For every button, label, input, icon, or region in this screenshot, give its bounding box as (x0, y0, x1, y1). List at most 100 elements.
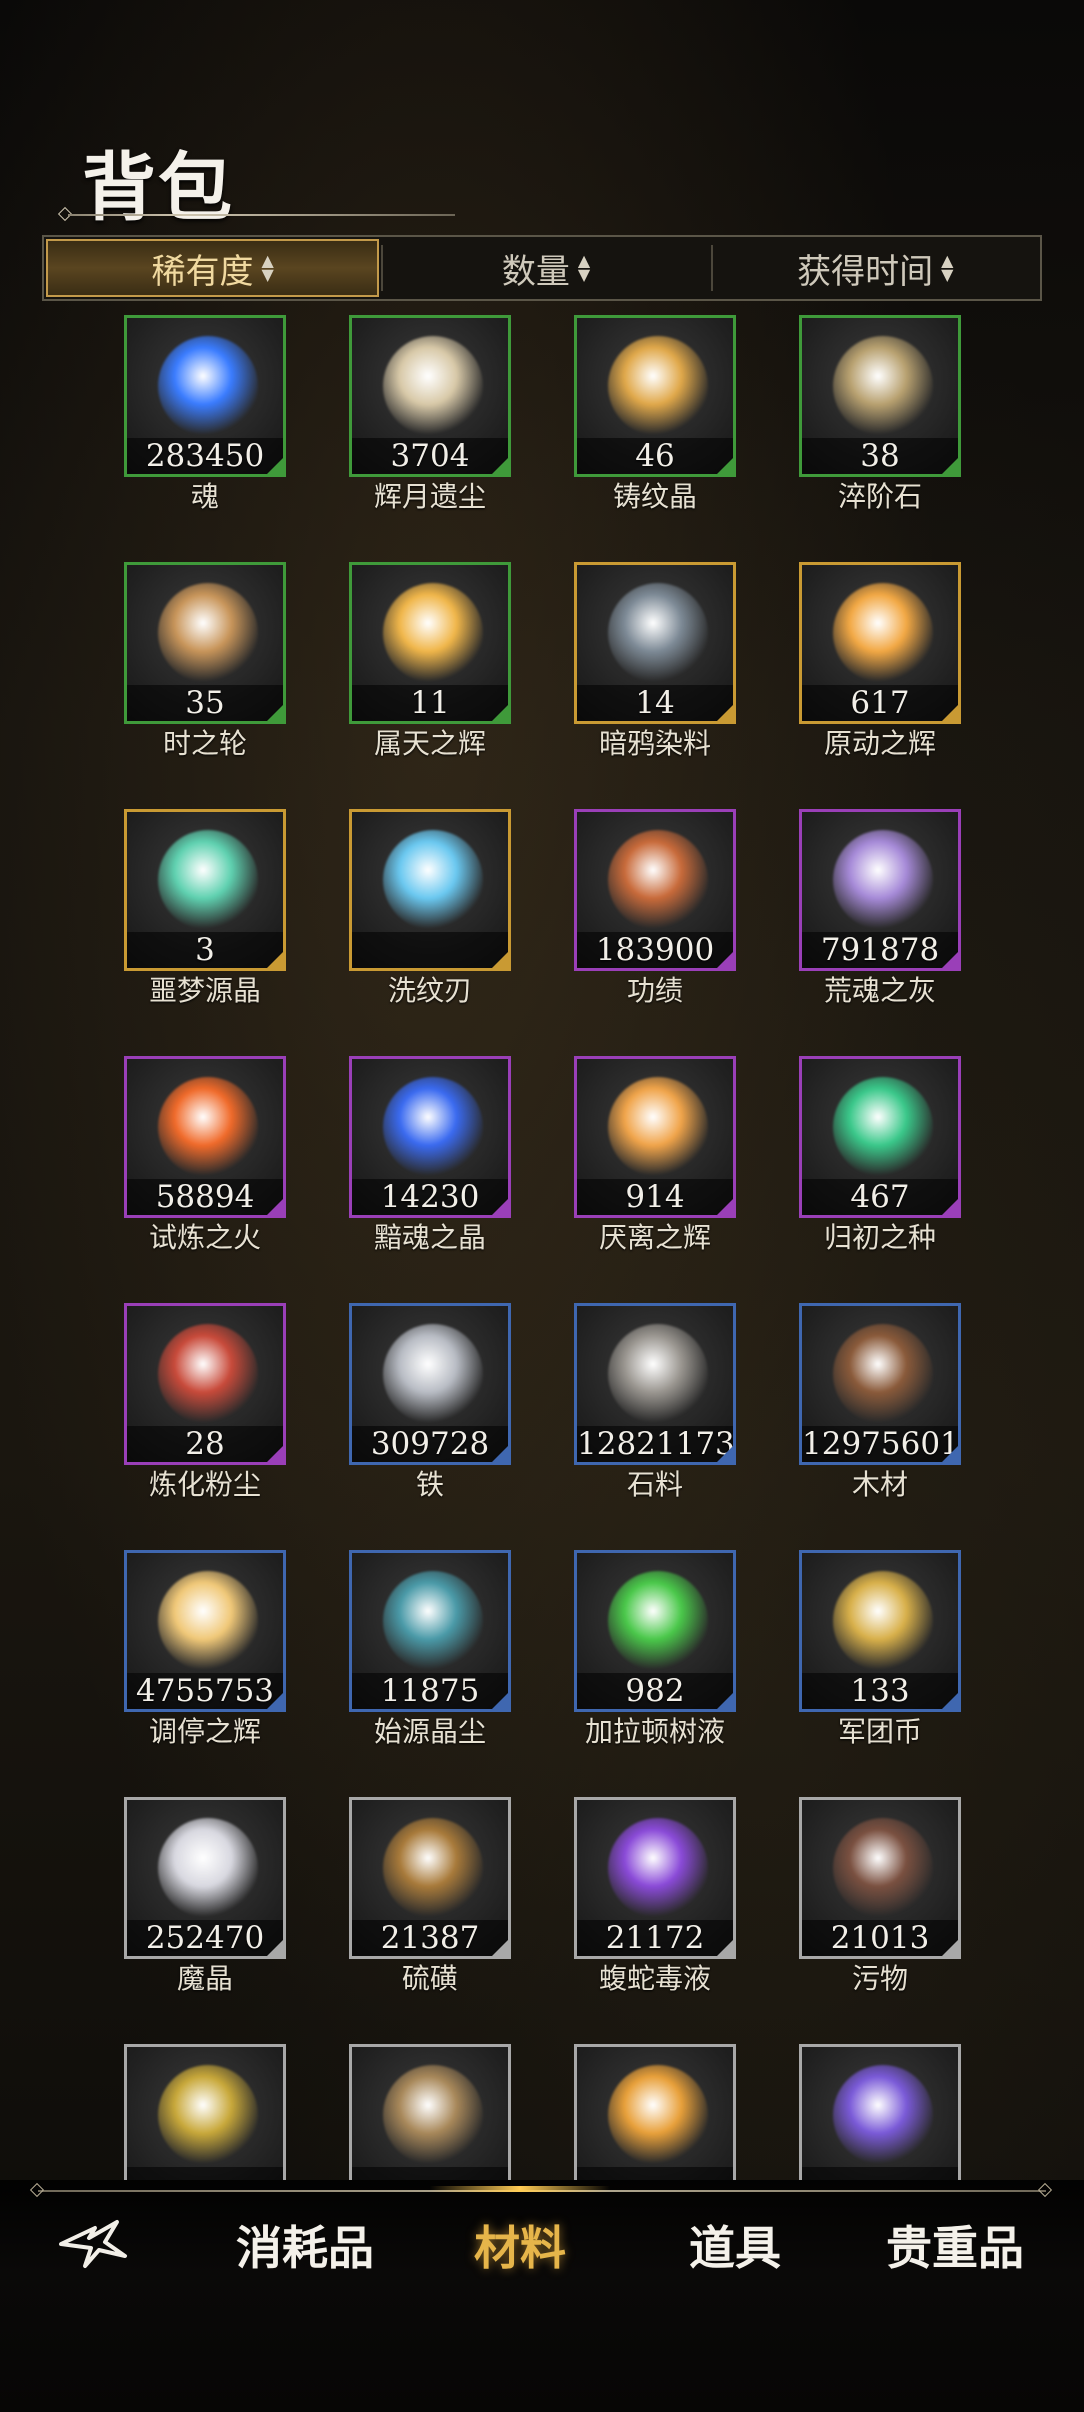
item-count (352, 2167, 508, 2180)
inventory-item[interactable]: 12975601 木材 (799, 1303, 961, 1501)
item-count: 46 (635, 438, 675, 474)
item-icon (608, 1818, 708, 1918)
item-tile: 252470 (124, 1797, 286, 1959)
item-icon (833, 1077, 933, 1177)
rarity-corner (942, 1693, 958, 1709)
item-name: 铁 (415, 1468, 444, 1501)
rarity-corner (267, 1940, 283, 1956)
inventory-item[interactable]: 3704 辉月遗尘 (349, 315, 511, 513)
inventory-item[interactable]: 133 军团币 (799, 1550, 961, 1748)
item-icon (833, 1818, 933, 1918)
item-count: 12821173 (577, 1426, 735, 1462)
inventory-item[interactable] (124, 2044, 286, 2180)
item-tile (574, 2044, 736, 2180)
item-count (577, 2167, 733, 2180)
item-icon (383, 583, 483, 683)
rarity-corner (942, 1940, 958, 1956)
item-name: 淬阶石 (837, 480, 922, 513)
inventory-item[interactable]: 21013 污物 (799, 1797, 961, 1995)
inventory-item[interactable]: 28 炼化粉尘 (124, 1303, 286, 1501)
item-name: 铸纹晶 (612, 480, 697, 513)
item-name: 魔晶 (176, 1962, 233, 1995)
item-icon (833, 1324, 933, 1424)
item-count: 11875 (380, 1673, 480, 1709)
item-tile: 58894 (124, 1056, 286, 1218)
inventory-item[interactable]: 617 原动之辉 (799, 562, 961, 760)
item-tile: 3 (124, 809, 286, 971)
item-name: 噩梦源晶 (148, 974, 261, 1007)
item-count: 11 (410, 685, 450, 721)
item-icon (158, 2065, 258, 2165)
item-icon (833, 583, 933, 683)
item-icon (833, 830, 933, 930)
rarity-corner (267, 1199, 283, 1215)
rarity-corner (942, 1199, 958, 1215)
inventory-item[interactable]: 14 暗鸦染料 (574, 562, 736, 760)
back-arrow-icon[interactable] (55, 2210, 135, 2274)
item-icon (383, 1571, 483, 1671)
item-name: 黯魂之晶 (373, 1221, 486, 1254)
item-count: 982 (625, 1673, 685, 1709)
inventory-item[interactable]: 791878 荒魂之灰 (799, 809, 961, 1007)
item-name: 荒魂之灰 (823, 974, 936, 1007)
nav-tab-consumables[interactable]: 消耗品 (230, 2205, 380, 2285)
inventory-item[interactable]: 11 属天之辉 (349, 562, 511, 760)
inventory-item[interactable]: 982 加拉顿树液 (574, 1550, 736, 1748)
inventory-item[interactable]: 46 铸纹晶 (574, 315, 736, 513)
item-tile: 21013 (799, 1797, 961, 1959)
item-count: 21013 (830, 1920, 930, 1956)
item-icon (158, 1077, 258, 1177)
inventory-item[interactable]: 914 厌离之辉 (574, 1056, 736, 1254)
inventory-item[interactable]: 3 噩梦源晶 (124, 809, 286, 1007)
nav-tab-materials[interactable]: 材料 (445, 2205, 595, 2285)
item-tile: 914 (574, 1056, 736, 1218)
item-count (352, 932, 508, 968)
item-icon (383, 1324, 483, 1424)
rarity-corner (717, 1446, 733, 1462)
inventory-item[interactable]: 11875 始源晶尘 (349, 1550, 511, 1748)
item-count: 14 (635, 685, 675, 721)
inventory-item[interactable]: 283450 魂 (124, 315, 286, 513)
inventory-item[interactable] (349, 2044, 511, 2180)
item-count: 35 (185, 685, 225, 721)
rarity-corner (492, 458, 508, 474)
inventory-item[interactable]: 35 时之轮 (124, 562, 286, 760)
item-tile: 46 (574, 315, 736, 477)
inventory-item[interactable]: 洗纹刃 (349, 809, 511, 1007)
rarity-corner (942, 952, 958, 968)
inventory-item[interactable]: 252470 魔晶 (124, 1797, 286, 1995)
inventory-item[interactable]: 183900 功绩 (574, 809, 736, 1007)
inventory-item[interactable]: 14230 黯魂之晶 (349, 1056, 511, 1254)
nav-tab-valuables[interactable]: 贵重品 (880, 2205, 1030, 2285)
item-count: 617 (850, 685, 910, 721)
item-count: 3 (195, 932, 215, 968)
item-name: 石料 (626, 1468, 683, 1501)
inventory-item[interactable] (799, 2044, 961, 2180)
inventory-item[interactable]: 21172 蝮蛇毒液 (574, 1797, 736, 1995)
item-tile: 3704 (349, 315, 511, 477)
inventory-item[interactable]: 4755753 调停之辉 (124, 1550, 286, 1748)
item-tile: 4755753 (124, 1550, 286, 1712)
inventory-item[interactable]: 309728 铁 (349, 1303, 511, 1501)
item-count: 21172 (605, 1920, 705, 1956)
inventory-item[interactable]: 12821173 石料 (574, 1303, 736, 1501)
item-count: 283450 (145, 438, 265, 474)
item-name: 污物 (851, 1962, 908, 1995)
item-count: 791878 (820, 932, 940, 968)
inventory-item[interactable] (574, 2044, 736, 2180)
item-count: 3704 (390, 438, 470, 474)
inventory-item[interactable]: 467 归初之种 (799, 1056, 961, 1254)
inventory-item[interactable]: 21387 硫磺 (349, 1797, 511, 1995)
item-count: 12975601 (802, 1426, 960, 1462)
inventory-grid: 283450 魂 3704 辉月遗尘 46 铸纹晶 38 淬阶石 35 时之轮 11 属天之辉 14 暗鸦… (0, 0, 1084, 2180)
rarity-corner (492, 705, 508, 721)
inventory-item[interactable]: 38 淬阶石 (799, 315, 961, 513)
rarity-corner (942, 705, 958, 721)
item-tile: 791878 (799, 809, 961, 971)
item-tile: 11875 (349, 1550, 511, 1712)
item-tile: 21387 (349, 1797, 511, 1959)
item-tile (349, 2044, 511, 2180)
inventory-item[interactable]: 58894 试炼之火 (124, 1056, 286, 1254)
nav-tab-tools[interactable]: 道具 (660, 2205, 810, 2285)
item-count: 4755753 (135, 1673, 275, 1709)
